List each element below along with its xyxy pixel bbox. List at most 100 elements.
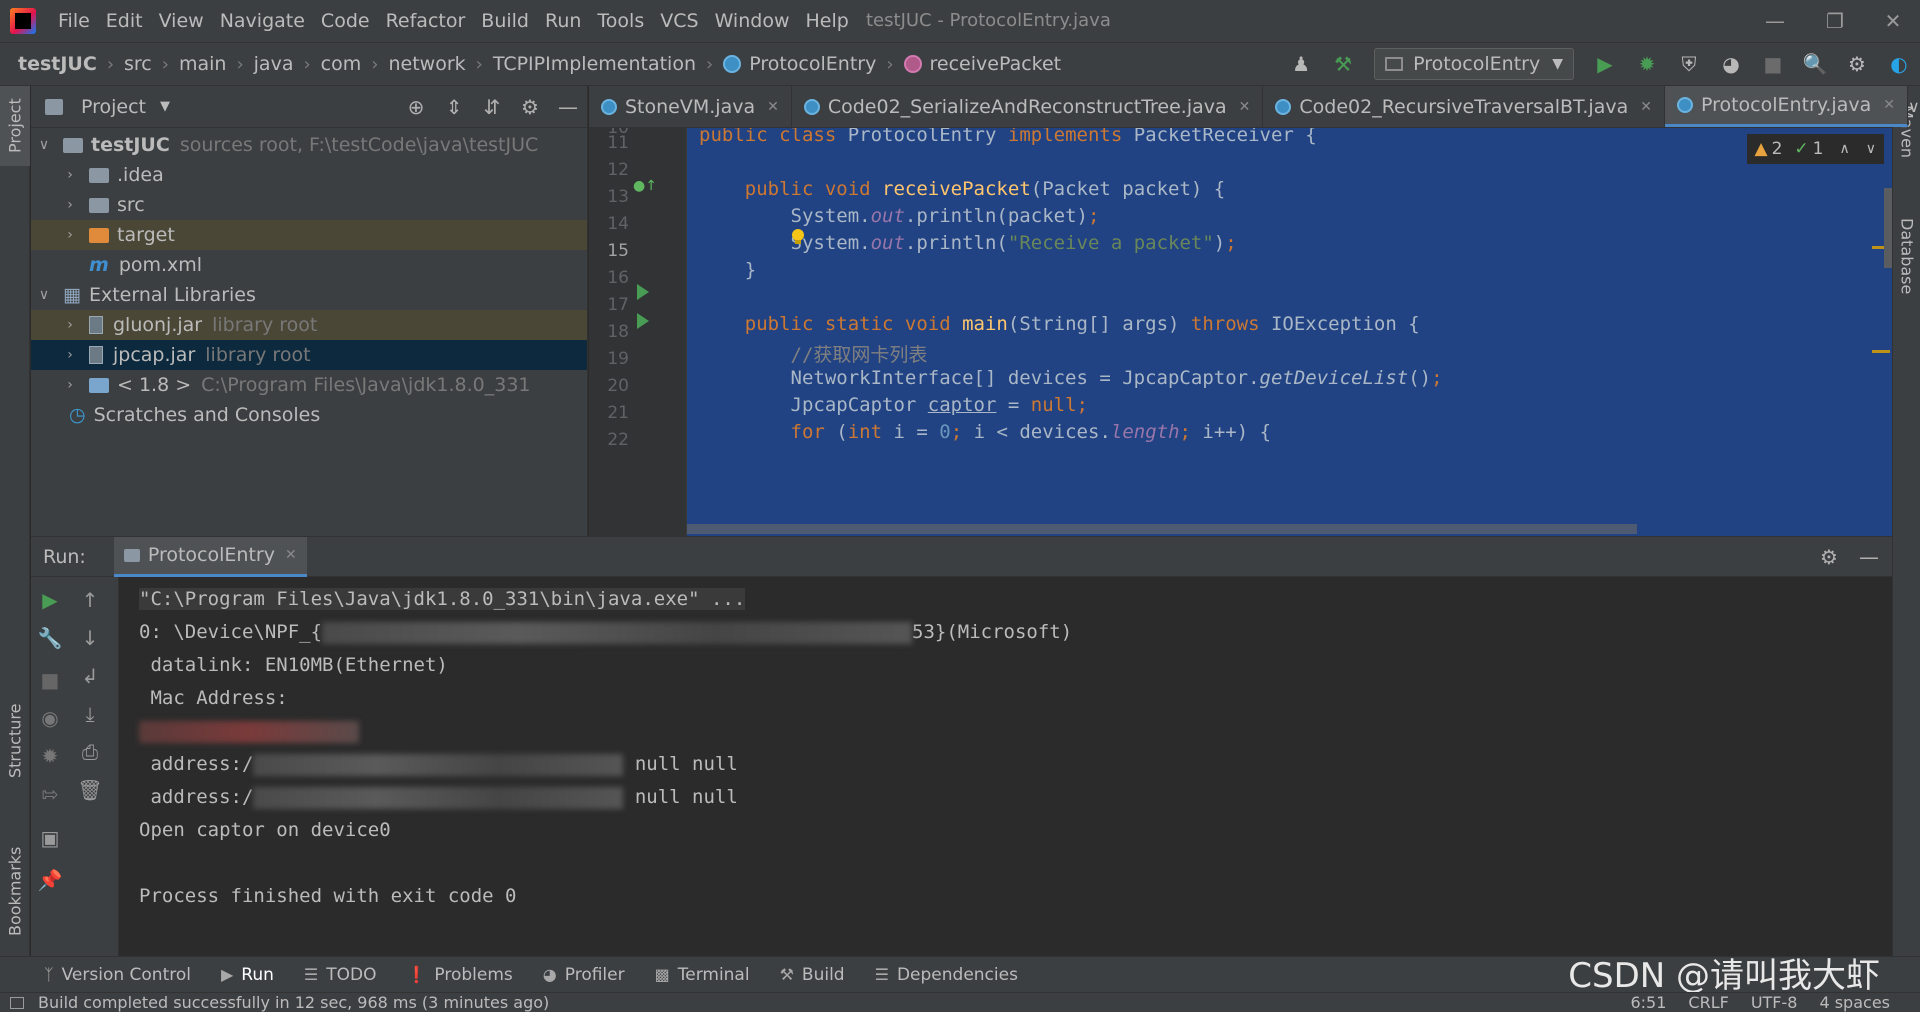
implements-gutter-icon[interactable]: ●↑ [633, 178, 657, 194]
tool-profiler[interactable]: ◕ Profiler [543, 965, 625, 985]
run-icon[interactable]: ▶ [1592, 51, 1618, 77]
ide-update-icon[interactable]: ◐ [1886, 51, 1912, 77]
chevron-right-icon[interactable]: › [63, 317, 77, 333]
tool-version-control[interactable]: ᛉ Version Control [44, 965, 191, 985]
tool-dependencies[interactable]: ☰ Dependencies [875, 965, 1018, 985]
build-hammer-icon[interactable]: ⚒ [1330, 51, 1356, 77]
tree-item-idea[interactable]: › .idea [31, 160, 587, 190]
close-icon[interactable]: ✕ [1883, 97, 1895, 113]
stop-icon[interactable]: ■ [37, 667, 63, 693]
menu-view[interactable]: View [151, 10, 212, 32]
print-icon[interactable]: ⎙ [77, 739, 103, 765]
project-tool-tab[interactable]: Project [0, 86, 30, 166]
tool-problems[interactable]: ❗ Problems [407, 965, 513, 985]
structure-tool-tab[interactable]: Structure [0, 686, 30, 796]
pin-icon[interactable]: 📌 [37, 867, 63, 893]
menu-edit[interactable]: Edit [98, 10, 151, 32]
close-icon[interactable]: ✕ [285, 547, 297, 563]
tree-item-gluonj[interactable]: › gluonj.jar library root [31, 310, 587, 340]
run-tab-protocolentry[interactable]: ProtocolEntry ✕ [113, 536, 307, 577]
debug-icon[interactable]: ✹ [37, 743, 63, 769]
wrench-icon[interactable]: 🔧 [37, 625, 63, 651]
menu-vcs[interactable]: VCS [652, 10, 706, 32]
collapse-all-icon[interactable]: ⇵ [479, 94, 505, 120]
previous-highlight-icon[interactable]: ∧ [1840, 141, 1850, 157]
tree-item-jdk[interactable]: › < 1.8 > C:\Program Files\Java\jdk1.8.0… [31, 370, 587, 400]
tool-run[interactable]: ▶ Run [221, 965, 274, 985]
gear-icon[interactable]: ⚙ [1816, 543, 1842, 571]
search-icon[interactable]: 🔍 [1802, 51, 1828, 77]
breadcrumb-java[interactable]: java [254, 53, 294, 75]
status-toggle-icon[interactable] [10, 996, 24, 1009]
indent-setting[interactable]: 4 spaces [1819, 993, 1890, 1012]
menu-refactor[interactable]: Refactor [378, 10, 474, 32]
tree-item-external-libraries[interactable]: ∨ ▦ External Libraries [31, 280, 587, 310]
menu-code[interactable]: Code [313, 10, 378, 32]
warning-stripe[interactable] [1872, 350, 1890, 353]
layout-icon[interactable]: ▣ [37, 825, 63, 851]
tabs-dropdown-icon[interactable]: ∨ [1908, 86, 1920, 127]
tab-serialize-tree[interactable]: Code02_SerializeAndReconstructTree.java … [792, 86, 1264, 127]
line-separator[interactable]: CRLF [1688, 993, 1728, 1012]
database-tool-tab[interactable]: Database [1893, 206, 1920, 306]
gear-icon[interactable]: ⚙ [517, 94, 543, 120]
run-gutter-icon[interactable] [637, 313, 649, 329]
next-highlight-icon[interactable]: ∨ [1866, 141, 1876, 157]
scroll-to-end-icon[interactable]: ⤓ [77, 701, 103, 727]
vertical-scrollbar[interactable] [1884, 188, 1892, 268]
restore-icon[interactable]: ❐ [1820, 8, 1850, 34]
chevron-right-icon[interactable]: › [63, 227, 77, 243]
rerun-icon[interactable]: ▶ [37, 587, 63, 613]
tree-item-pom[interactable]: m pom.xml [31, 250, 587, 280]
lightbulb-icon[interactable] [791, 228, 805, 246]
tab-stonevm[interactable]: StoneVM.java ✕ [589, 86, 792, 127]
hide-panel-icon[interactable]: — [555, 94, 581, 120]
tool-terminal[interactable]: ▩ Terminal [655, 965, 750, 985]
breadcrumb-main[interactable]: main [179, 53, 226, 75]
expand-all-icon[interactable]: ⇕ [441, 94, 467, 120]
tab-protocolentry[interactable]: ProtocolEntry.java ✕ [1664, 86, 1908, 127]
breadcrumb-com[interactable]: com [321, 53, 362, 75]
menu-window[interactable]: Window [707, 10, 798, 32]
tree-item-testjuc[interactable]: ∨ testJUC sources root, F:\testCode\java… [31, 130, 587, 160]
project-panel-title[interactable]: Project [81, 96, 146, 118]
tree-item-jpcap[interactable]: › jpcap.jar library root [31, 340, 587, 370]
inspection-widget[interactable]: ▲ 2 ✓ 1 ∧ ∨ [1746, 134, 1884, 164]
profile-icon[interactable]: ◕ [1718, 51, 1744, 77]
caret-position[interactable]: 6:51 [1630, 993, 1666, 1012]
close-window-icon[interactable]: ✕ [1878, 8, 1908, 34]
soft-wrap-icon[interactable]: ↲ [77, 663, 103, 689]
exit-icon[interactable]: ⇰ [37, 781, 63, 807]
breadcrumb-network[interactable]: network [388, 53, 465, 75]
code-area[interactable]: public class ProtocolEntry implements Pa… [687, 128, 1892, 536]
chevron-right-icon[interactable]: › [63, 347, 77, 363]
debug-icon[interactable]: ✹ [1634, 51, 1660, 77]
bookmarks-tool-tab[interactable]: Bookmarks [0, 826, 30, 956]
settings-icon[interactable]: ⚙ [1844, 51, 1870, 77]
breadcrumb-project[interactable]: testJUC [18, 53, 97, 75]
close-icon[interactable]: ✕ [1640, 99, 1652, 115]
menu-tools[interactable]: Tools [589, 10, 652, 32]
tool-todo[interactable]: ☰ TODO [304, 965, 377, 985]
down-arrow-icon[interactable]: ↓ [77, 625, 103, 651]
menu-navigate[interactable]: Navigate [212, 10, 313, 32]
trash-icon[interactable]: 🗑 [77, 777, 103, 803]
close-icon[interactable]: ✕ [767, 99, 779, 115]
up-arrow-icon[interactable]: ↑ [77, 587, 103, 613]
menu-help[interactable]: Help [797, 10, 856, 32]
horizontal-scrollbar[interactable] [687, 524, 1637, 534]
code-editor[interactable]: 10 11 12 13 14 15 16 17 18 19 20 21 22 ●… [589, 128, 1892, 536]
chevron-down-icon[interactable]: ∨ [37, 137, 51, 153]
chevron-right-icon[interactable]: › [63, 197, 77, 213]
locate-icon[interactable]: ⊕ [403, 94, 429, 120]
breadcrumb-class[interactable]: ProtocolEntry [723, 53, 876, 75]
menu-build[interactable]: Build [473, 10, 537, 32]
tree-item-src[interactable]: › src [31, 190, 587, 220]
stop-icon[interactable]: ■ [1760, 51, 1786, 77]
tree-item-target[interactable]: › target [31, 220, 587, 250]
breadcrumb-method[interactable]: receivePacket [903, 53, 1061, 75]
run-configuration-select[interactable]: ProtocolEntry ▼ [1374, 48, 1574, 80]
camera-icon[interactable]: ◉ [37, 705, 63, 731]
hide-panel-icon[interactable]: — [1856, 543, 1882, 571]
console-output[interactable]: "C:\Program Files\Java\jdk1.8.0_331\bin\… [119, 577, 1892, 957]
